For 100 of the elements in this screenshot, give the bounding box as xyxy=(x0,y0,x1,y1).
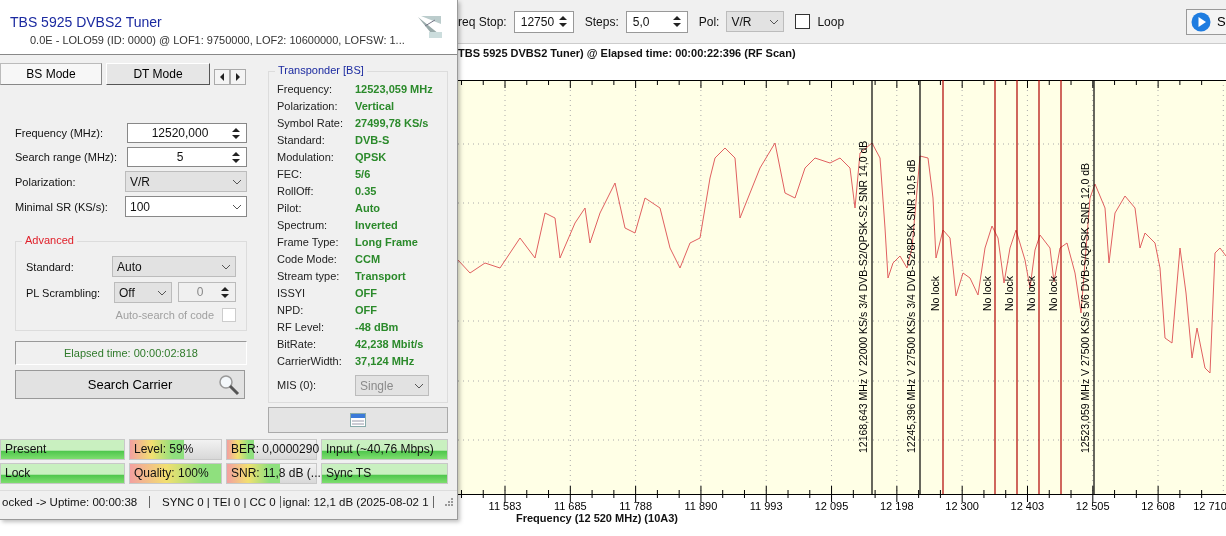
marker-label: 12168,643 MHz V 22000 KS/s 3/4 DVB-S2/QPSK-S2 SNR 14,0 dB xyxy=(857,140,869,453)
chevron-down-icon xyxy=(769,18,780,25)
status-meter: Lock xyxy=(0,463,125,484)
info-value: DVB-S xyxy=(355,133,391,148)
axis-tick-label: 12 710 xyxy=(1193,500,1226,512)
info-label: ISSYI xyxy=(277,286,307,301)
status-meter: Present xyxy=(0,439,125,460)
info-label: CarrierWidth: xyxy=(277,354,343,369)
info-label: Spectrum: xyxy=(277,218,329,233)
down-arrow-icon[interactable] xyxy=(221,292,229,299)
field-label: Minimal SR (KS/s): xyxy=(15,200,108,213)
info-label: RF Level: xyxy=(277,320,326,335)
chevron-down-icon xyxy=(232,203,242,210)
number-field[interactable]: 12520,000 xyxy=(127,123,247,143)
down-arrow-icon[interactable] xyxy=(232,157,240,164)
info-value: 5/6 xyxy=(355,167,372,182)
info-label: FEC: xyxy=(277,167,304,182)
start-button[interactable]: S xyxy=(1186,8,1226,35)
field-label: Polarization: xyxy=(15,175,76,188)
info-value: CCM xyxy=(355,252,382,267)
info-value: OFF xyxy=(355,286,378,301)
up-arrow-icon[interactable] xyxy=(232,126,240,133)
right-arrow-icon[interactable] xyxy=(235,73,241,81)
dropdown[interactable]: V/R xyxy=(726,11,785,32)
info-label: BitRate: xyxy=(277,337,318,352)
info-value: 12523,059 MHz xyxy=(355,82,434,97)
info-label: NPD: xyxy=(277,303,305,318)
marker-label: No lock xyxy=(1003,276,1015,311)
axis-tick-label: 12 608 xyxy=(1141,500,1175,512)
resize-grip-icon xyxy=(444,497,454,507)
axis-tick-label: 12 095 xyxy=(814,500,849,512)
info-value: Inverted xyxy=(355,218,399,233)
down-arrow-icon[interactable] xyxy=(232,133,240,140)
info-label: RollOff: xyxy=(277,184,315,199)
info-value: OFF xyxy=(355,303,378,318)
info-value: 37,124 MHz xyxy=(355,354,416,369)
field-label: Steps: xyxy=(584,14,619,29)
info-label: Modulation: xyxy=(277,150,335,165)
axis-tick-label: 11 583 xyxy=(488,500,522,512)
field-label: Standard: xyxy=(26,260,74,273)
up-arrow-icon[interactable] xyxy=(558,15,567,21)
info-value: Auto xyxy=(355,201,382,216)
info-label: Symbol Rate: xyxy=(277,116,345,131)
dropdown[interactable]: Auto xyxy=(112,256,236,277)
marker-label: No lock xyxy=(1047,276,1059,311)
list-icon xyxy=(350,413,366,427)
dropdown[interactable]: V/R xyxy=(125,171,247,192)
marker-label: No lock xyxy=(1025,276,1037,311)
marker-label: 12245,396 MHz V 27500 KS/s 3/4 DVB-S2/8PSK SNR 10,5 dB xyxy=(905,159,917,453)
window-title: TBS 5925 DVBS2 Tuner xyxy=(10,14,163,30)
chevron-down-icon xyxy=(414,382,424,389)
status-meter: BER: 0,0000290 xyxy=(226,439,317,460)
field-label: Search range (MHz): xyxy=(15,151,118,163)
axis-tick-label: 12 300 xyxy=(945,500,979,512)
up-arrow-icon[interactable] xyxy=(232,150,240,157)
axis-tick-label: 11 788 xyxy=(619,500,652,512)
chevron-down-icon xyxy=(221,263,231,270)
up-arrow-icon[interactable] xyxy=(221,285,229,292)
group-title: Transponder [BS] xyxy=(275,64,367,76)
mode-tab[interactable]: BS Mode xyxy=(0,63,102,85)
number-field[interactable]: 5,0 xyxy=(625,10,688,33)
left-arrow-icon[interactable] xyxy=(219,73,225,81)
axis-tick-label: 11 685 xyxy=(553,500,587,512)
number-field[interactable]: 5 xyxy=(127,147,247,167)
axis-tick-label: 11 890 xyxy=(684,500,718,512)
info-value: Vertical xyxy=(355,99,396,114)
field-label: Frequency (MHz): xyxy=(15,127,104,139)
status-meter: Quality: 100% xyxy=(129,463,222,484)
axis-tick-label: 12 505 xyxy=(1075,500,1110,512)
elapsed-time: Elapsed time: 00:00:02:818 xyxy=(15,341,247,365)
info-value: 27499,78 KS/s xyxy=(355,116,430,131)
info-label: Standard: xyxy=(277,133,326,148)
status-text: ignal: 12,1 dB (2025-08-02 1 xyxy=(280,496,434,508)
dropdown[interactable]: Off xyxy=(114,282,172,303)
number-field[interactable]: 12750 xyxy=(513,10,574,33)
search-carrier-button[interactable]: Search Carrier xyxy=(15,370,245,399)
info-value: 0.35 xyxy=(355,184,378,199)
field-label: req Stop: xyxy=(458,14,507,29)
mode-tab[interactable]: DT Mode xyxy=(106,63,210,85)
combo-field[interactable]: 100 xyxy=(125,196,247,217)
scroll-right-button[interactable] xyxy=(230,69,246,85)
chevron-down-icon xyxy=(157,289,167,296)
search-icon xyxy=(218,374,240,396)
down-arrow-icon[interactable] xyxy=(672,22,681,28)
axis-tick-label: 11 993 xyxy=(749,500,783,512)
info-value: Transport xyxy=(355,269,407,284)
axis-tick-label: 12 403 xyxy=(1010,500,1045,512)
status-text: ocked -> Uptime: 00:00:38 xyxy=(0,496,150,508)
marker-label: No lock xyxy=(981,276,993,311)
checkbox-label: Loop xyxy=(817,14,845,29)
chevron-down-icon xyxy=(232,178,242,185)
info-value: QPSK xyxy=(355,150,388,165)
checkbox[interactable] xyxy=(795,14,811,29)
info-label: Code Mode: xyxy=(277,252,338,267)
info-label: Pilot: xyxy=(277,201,303,216)
scroll-left-button[interactable] xyxy=(214,69,230,85)
up-arrow-icon[interactable] xyxy=(672,15,681,21)
info-label: Stream type: xyxy=(277,269,341,284)
status-meter: Level: 59% xyxy=(129,439,222,460)
down-arrow-icon[interactable] xyxy=(558,22,567,28)
